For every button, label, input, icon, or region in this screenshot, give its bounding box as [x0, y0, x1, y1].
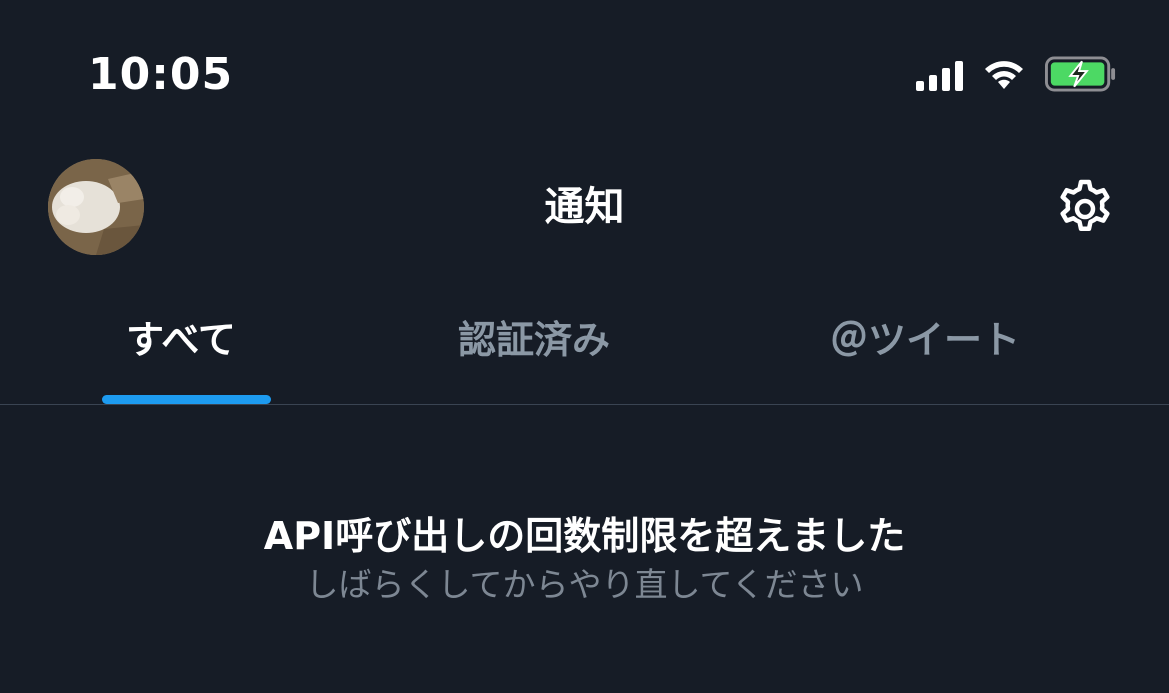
tab-verified[interactable]: 認証済み [458, 310, 610, 370]
page-title: 通知 [544, 184, 625, 230]
error-subtitle: しばらくしてからやり直してください [305, 565, 864, 604]
tab-mentions[interactable]: ＠ツイート [830, 310, 1020, 370]
status-time: 10:05 [88, 49, 234, 100]
tab-bar: すべて 認証済み ＠ツイート [0, 300, 1169, 404]
active-tab-indicator [102, 395, 271, 404]
wifi-icon [985, 61, 1023, 89]
gear-icon[interactable] [1052, 176, 1118, 242]
battery-charging-icon [1045, 56, 1116, 92]
tab-divider [0, 404, 1169, 405]
signal-icon [916, 57, 963, 91]
status-icons [916, 54, 1117, 94]
error-title: API呼び出しの回数制限を超えました [263, 514, 906, 558]
tab-all[interactable]: すべて [126, 310, 236, 370]
